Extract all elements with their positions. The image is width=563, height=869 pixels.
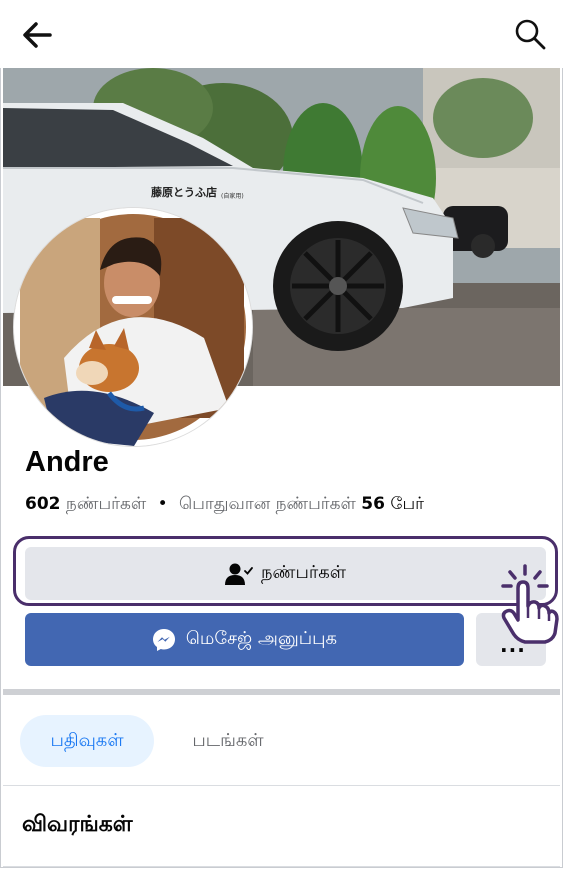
message-button[interactable]: மெசேஜ் அனுப்புக [25, 613, 464, 666]
search-button[interactable] [510, 14, 550, 54]
stats-separator: • [157, 494, 168, 514]
car-decal-text: 藤原とうふ店 [151, 185, 217, 199]
tabs-divider [3, 785, 560, 786]
messenger-icon [152, 628, 175, 651]
profile-avatar[interactable] [14, 208, 252, 446]
details-divider [3, 866, 560, 867]
avatar-image [14, 208, 252, 446]
tab-photos[interactable]: படங்கள் [168, 715, 288, 767]
tab-posts[interactable]: பதிவுகள் [20, 715, 154, 767]
friend-stats: 602 நண்பர்கள் • பொதுவான நண்பர்கள் 56 பேர… [25, 494, 424, 516]
mutual-count: 56 [361, 494, 385, 514]
mutual-suffix: பேர் [390, 494, 424, 514]
tap-hand-icon [490, 558, 560, 644]
details-heading: விவரங்கள் [22, 812, 133, 837]
message-button-label: மெசேஜ் அனுப்புக [185, 628, 338, 649]
profile-name: Andre [25, 446, 109, 478]
friends-label[interactable]: நண்பர்கள் [66, 494, 146, 514]
back-button[interactable] [18, 16, 58, 56]
arrow-left-icon [23, 22, 52, 48]
section-divider [3, 689, 560, 695]
friends-count: 602 [25, 494, 61, 514]
car-decal-subtext: (自家用) [221, 192, 244, 200]
tap-highlight-outline [13, 536, 558, 606]
search-icon [515, 19, 546, 50]
mutual-label[interactable]: பொதுவான நண்பர்கள் [179, 494, 356, 514]
top-bar [0, 0, 563, 68]
